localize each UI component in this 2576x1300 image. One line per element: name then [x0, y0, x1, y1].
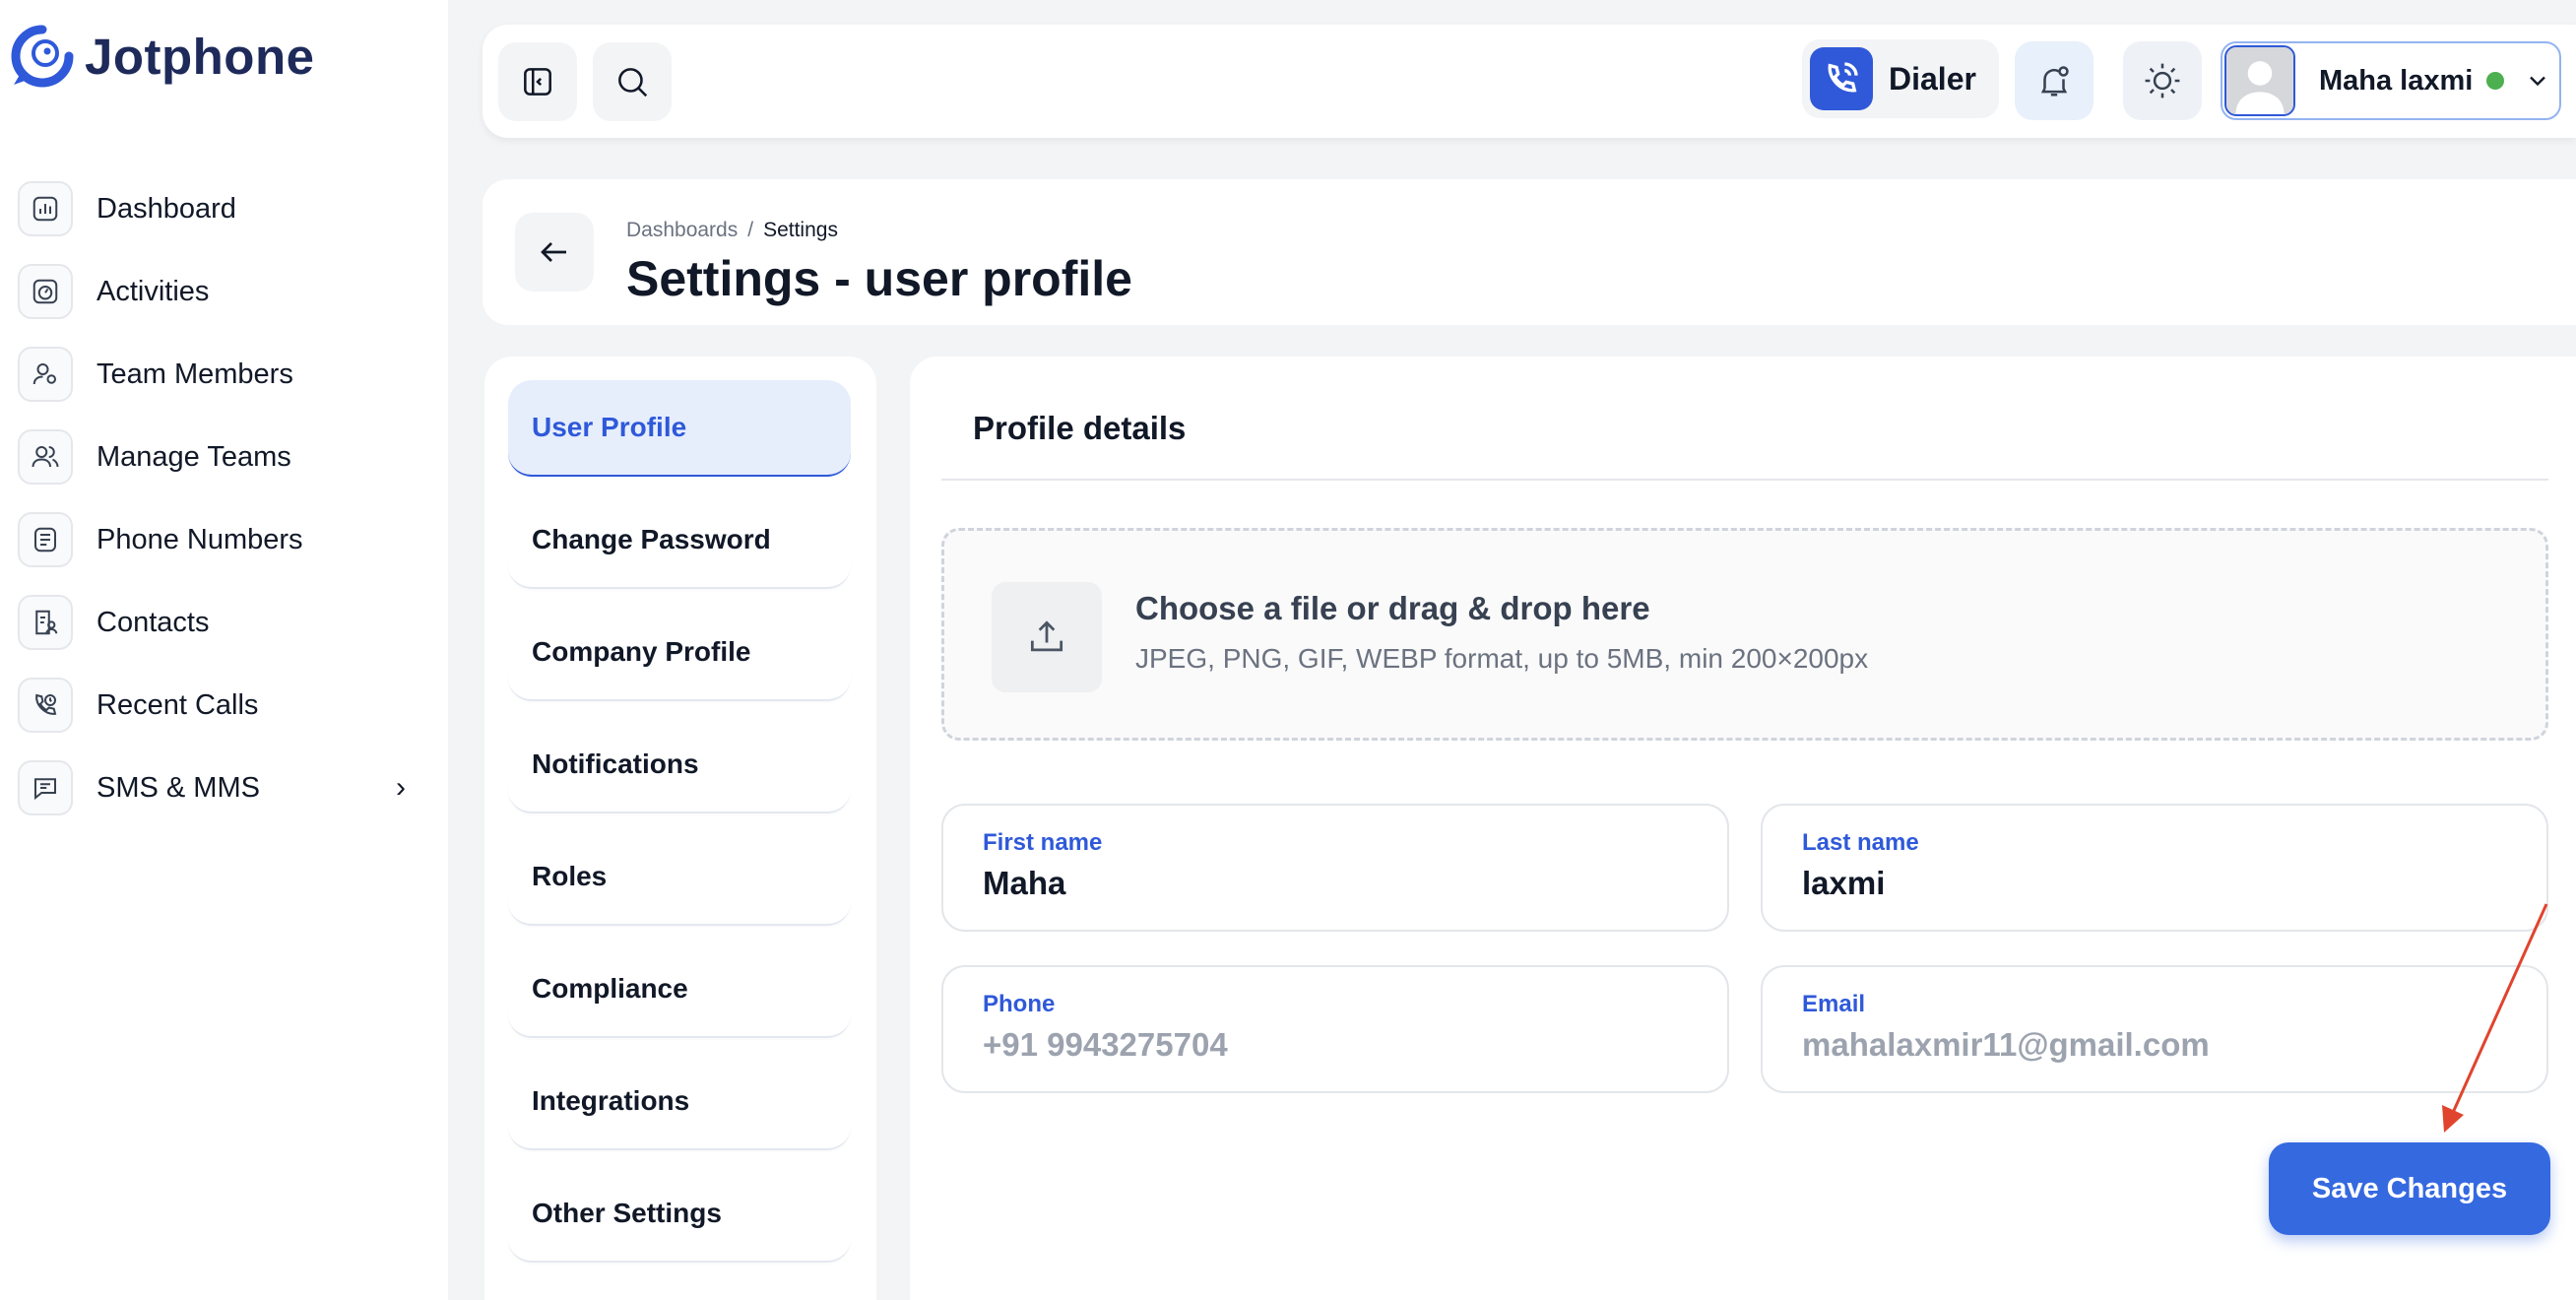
breadcrumb-item-settings: Settings — [763, 219, 838, 241]
dialer-label: Dialer — [1889, 60, 1976, 97]
message-icon — [18, 760, 73, 815]
first-name-label: First name — [983, 829, 1103, 856]
chevron-down-icon — [2530, 76, 2546, 87]
top-bar: Dialer Maha laxmi — [483, 25, 2576, 138]
phone-field[interactable]: Phone — [941, 965, 1729, 1093]
phone-input[interactable] — [983, 1026, 1692, 1064]
email-field[interactable]: Email — [1761, 965, 2548, 1093]
avatar — [2224, 45, 2295, 116]
app-logo[interactable]: Jotphone — [10, 24, 314, 89]
user-menu-button[interactable]: Maha laxmi — [2221, 41, 2561, 120]
settings-tab-integrations[interactable]: Integrations — [508, 1054, 851, 1150]
sidebar-item-manage-teams[interactable]: Manage Teams — [18, 416, 412, 498]
upload-hint: JPEG, PNG, GIF, WEBP format, up to 5MB, … — [1135, 643, 1869, 674]
upload-icon — [992, 582, 1102, 692]
back-button[interactable] — [515, 213, 594, 292]
sidebar-item-activities[interactable]: Activities — [18, 250, 412, 333]
save-changes-button[interactable]: Save Changes — [2269, 1142, 2550, 1235]
section-title: Profile details — [973, 410, 1187, 446]
settings-tab-company-profile[interactable]: Company Profile — [508, 605, 851, 701]
sidebar-item-phone-numbers[interactable]: Phone Numbers — [18, 498, 412, 581]
online-status-dot — [2486, 72, 2505, 90]
app-name: Jotphone — [85, 28, 315, 85]
settings-tab-change-password[interactable]: Change Password — [508, 492, 851, 589]
user-name: Maha laxmi — [2319, 64, 2474, 97]
sun-icon — [2145, 63, 2180, 98]
last-name-label: Last name — [1802, 829, 1919, 856]
chevron-right-icon: › — [396, 771, 406, 804]
settings-tab-roles[interactable]: Roles — [508, 829, 851, 926]
breadcrumb-item-dashboards[interactable]: Dashboards — [626, 219, 738, 241]
sidebar-item-label: SMS & MMS — [97, 771, 260, 804]
bell-icon — [2040, 66, 2069, 97]
activity-icon — [18, 264, 73, 319]
sidebar-item-label: Contacts — [97, 606, 210, 638]
sidebar-item-team-members[interactable]: Team Members — [18, 333, 412, 416]
sidebar-item-label: Dashboard — [97, 192, 236, 225]
settings-tab-user-profile[interactable]: User Profile — [508, 380, 851, 477]
phone-icon — [1810, 47, 1873, 110]
settings-tab-compliance[interactable]: Compliance — [508, 942, 851, 1038]
sidebar-item-label: Phone Numbers — [97, 523, 303, 555]
email-label: Email — [1802, 991, 1866, 1017]
toggle-sidebar-button[interactable] — [498, 42, 577, 121]
avatar-upload-dropzone[interactable]: Choose a file or drag & drop here JPEG, … — [941, 528, 2548, 741]
chart-bar-icon — [18, 181, 73, 236]
settings-tab-other-settings[interactable]: Other Settings — [508, 1166, 851, 1263]
sidebar-item-contacts[interactable]: Contacts — [18, 581, 412, 664]
breadcrumb: Dashboards / Settings — [626, 219, 838, 242]
breadcrumb-separator: / — [747, 219, 754, 241]
sidebar-item-label: Manage Teams — [97, 440, 291, 473]
sidebar-item-sms-mms[interactable]: SMS & MMS › — [18, 747, 412, 829]
theme-toggle-button[interactable] — [2123, 41, 2202, 120]
search-button[interactable] — [593, 42, 672, 121]
first-name-input[interactable] — [983, 865, 1692, 902]
phone-list-icon — [18, 512, 73, 567]
arrow-left-icon — [541, 242, 566, 262]
first-name-field[interactable]: First name — [941, 804, 1729, 932]
page-header: Dashboards / Settings Settings - user prof… — [483, 179, 2576, 325]
user-settings-icon — [18, 347, 73, 402]
phone-clock-icon — [18, 678, 73, 733]
sidebar-item-label: Team Members — [97, 358, 293, 390]
sidebar-nav: Dashboard Activities Team Members Manage… — [18, 167, 412, 829]
sidebar-item-recent-calls[interactable]: Recent Calls — [18, 664, 412, 747]
notifications-button[interactable] — [2015, 41, 2093, 120]
sidebar-collapse-icon — [524, 68, 551, 96]
email-input[interactable] — [1802, 1026, 2511, 1064]
sidebar-item-dashboard[interactable]: Dashboard — [18, 167, 412, 250]
last-name-input[interactable] — [1802, 865, 2511, 902]
sidebar: Jotphone Dashboard Activities Team Membe… — [0, 0, 448, 1300]
page-title: Settings - user profile — [626, 251, 1132, 306]
sidebar-item-label: Recent Calls — [97, 688, 259, 721]
jotphone-logo-icon — [11, 25, 74, 88]
divider — [941, 479, 2548, 481]
phone-label: Phone — [983, 991, 1056, 1017]
dialer-button[interactable]: Dialer — [1802, 39, 1999, 118]
sidebar-item-label: Activities — [97, 275, 210, 307]
users-icon — [18, 429, 73, 485]
user-avatar-icon — [2226, 47, 2293, 114]
settings-menu: User Profile Change Password Company Pro… — [484, 357, 876, 1300]
settings-tab-notifications[interactable]: Notifications — [508, 717, 851, 813]
upload-title: Choose a file or drag & drop here — [1135, 590, 1650, 626]
last-name-field[interactable]: Last name — [1761, 804, 2548, 932]
contact-list-icon — [18, 595, 73, 650]
search-icon — [618, 68, 648, 98]
